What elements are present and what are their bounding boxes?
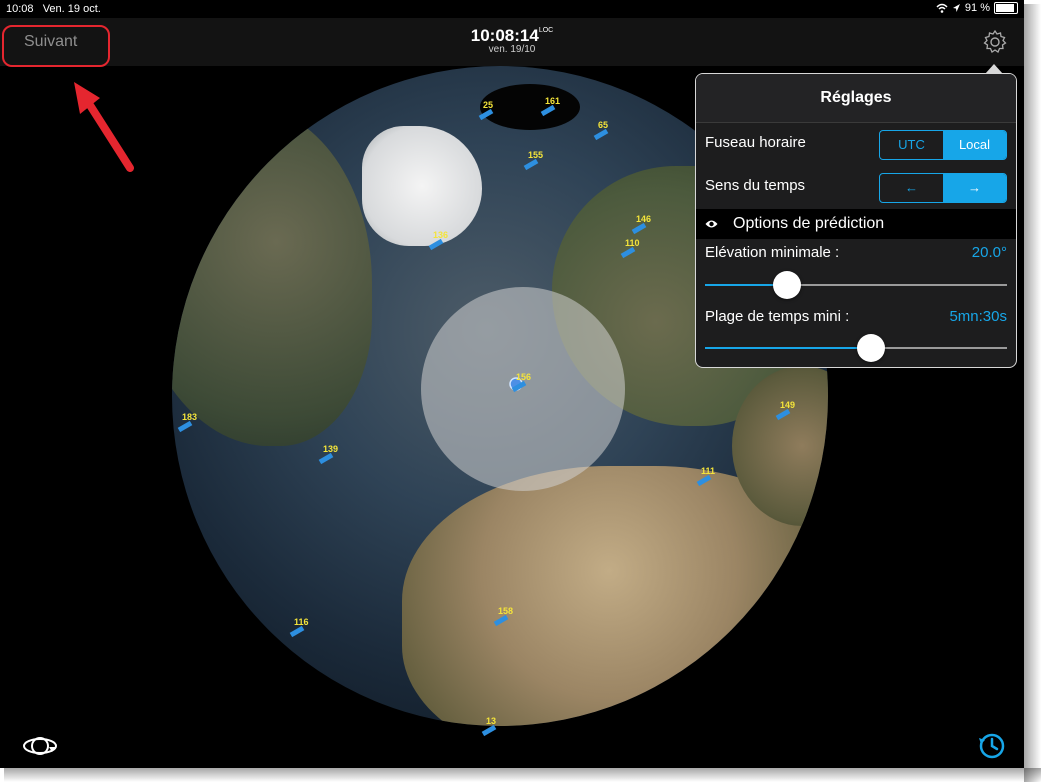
polar-cap bbox=[480, 84, 580, 130]
timezone-option-utc[interactable]: UTC bbox=[880, 131, 943, 159]
gear-icon[interactable] bbox=[982, 29, 1008, 55]
clock-suffix: LOC bbox=[538, 27, 554, 34]
timezone-label: Fuseau horaire bbox=[705, 134, 806, 151]
timezone-segmented-control: UTC Local bbox=[879, 130, 1007, 160]
time-direction-backward[interactable]: ← bbox=[880, 174, 943, 202]
prediction-options-header[interactable]: Options de prédiction bbox=[696, 209, 1016, 239]
min-time-slider-fill bbox=[705, 347, 872, 349]
prediction-options-label: Options de prédiction bbox=[733, 215, 885, 232]
location-arrow-icon bbox=[952, 4, 960, 12]
time-direction-segmented-control: ← → bbox=[879, 173, 1007, 203]
eye-icon bbox=[705, 220, 718, 228]
rotate-globe-icon[interactable] bbox=[22, 732, 58, 760]
status-left: 10:08 Ven. 19 oct. bbox=[6, 3, 101, 15]
clock-display: 10:08:14LOC ven. 19/10 bbox=[0, 26, 1024, 55]
satellite-label: 13 bbox=[486, 716, 497, 726]
min-elevation-label: Elévation minimale : bbox=[705, 244, 840, 261]
status-time: 10:08 bbox=[6, 3, 34, 15]
min-elevation-slider[interactable] bbox=[705, 270, 1007, 300]
min-elevation-value: 20.0° bbox=[971, 244, 1007, 261]
battery-icon bbox=[994, 2, 1018, 14]
satellite-icon[interactable] bbox=[481, 724, 497, 737]
annotation-arrow bbox=[74, 82, 134, 172]
status-bar: 10:08 Ven. 19 oct. 91 % bbox=[0, 0, 1024, 18]
min-time-slider-thumb[interactable] bbox=[857, 334, 886, 362]
min-time-value: 5mn:30s bbox=[949, 308, 1007, 325]
status-date: Ven. 19 oct. bbox=[42, 3, 101, 15]
satellite-label: 25 bbox=[483, 100, 494, 110]
settings-title: Réglages bbox=[696, 74, 1016, 123]
screenshot-shadow-right bbox=[1024, 4, 1041, 782]
settings-popover: Réglages Fuseau horaire UTC Local Sens d… bbox=[695, 73, 1017, 368]
navigation-bar: Suivant 10:08:14LOC ven. 19/10 bbox=[0, 18, 1024, 66]
landmass-greenland bbox=[362, 126, 482, 246]
status-right: 91 % bbox=[936, 2, 1018, 14]
wifi-icon bbox=[936, 3, 948, 13]
landmass-north-america bbox=[172, 106, 372, 446]
min-time-slider[interactable] bbox=[705, 333, 1007, 363]
time-machine-icon[interactable] bbox=[976, 730, 1008, 762]
time-direction-row: Sens du temps ← → bbox=[696, 165, 1016, 209]
clock-date: ven. 19/10 bbox=[488, 44, 536, 55]
battery-percent: 91 % bbox=[964, 2, 990, 14]
min-time-label: Plage de temps mini : bbox=[705, 308, 850, 325]
time-direction-label: Sens du temps bbox=[705, 177, 806, 194]
screenshot-shadow-bottom bbox=[4, 768, 1041, 782]
time-direction-forward[interactable]: → bbox=[943, 174, 1006, 202]
timezone-row: Fuseau horaire UTC Local bbox=[696, 122, 1016, 166]
min-elevation-slider-thumb[interactable] bbox=[772, 271, 801, 299]
timezone-option-local[interactable]: Local bbox=[943, 131, 1006, 159]
satellite-label: 65 bbox=[598, 120, 609, 130]
annotation-highlight-box bbox=[2, 25, 110, 67]
clock-time: 10:08:14 bbox=[470, 26, 539, 45]
